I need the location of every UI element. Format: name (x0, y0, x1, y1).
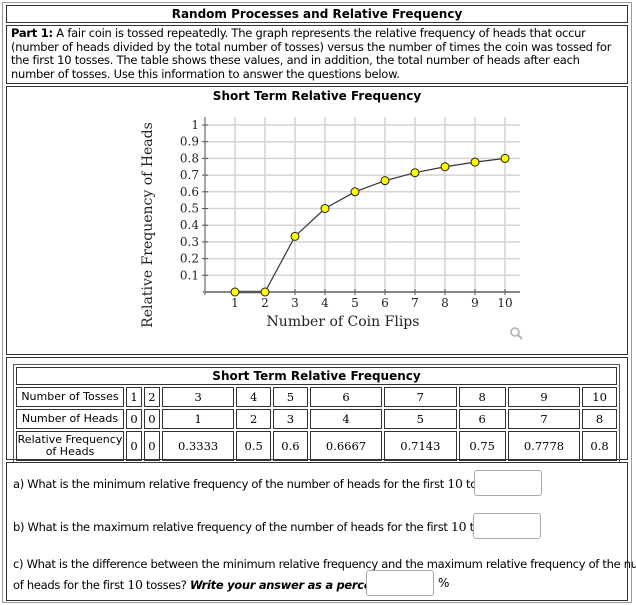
y-tick-label: 0.3 (180, 235, 199, 249)
table-cell: 0.7143 (384, 431, 457, 461)
row-label: Number of Tosses (16, 387, 124, 407)
table-cell: 5 (273, 387, 308, 407)
row-label: Number of Heads (16, 409, 124, 429)
table-title: Short Term Relative Frequency (16, 367, 617, 385)
x-tick-label: 1 (231, 296, 239, 310)
frequency-table: Short Term Relative Frequency Number of … (13, 364, 620, 464)
x-tick-label: 3 (291, 296, 299, 310)
intro-body: A fair coin is tossed repeatedly. The gr… (11, 26, 612, 81)
x-tick-label: 2 (261, 296, 269, 310)
table-section: Short Term Relative Frequency Number of … (6, 357, 628, 464)
magnifier-icon[interactable] (510, 327, 523, 340)
data-point (350, 187, 360, 197)
chart-axes (202, 117, 520, 295)
table-cell: 7 (384, 387, 457, 407)
data-point (380, 176, 390, 186)
x-tick-label: 10 (497, 296, 512, 310)
y-axis-label: Relative Frequency of Heads (140, 122, 156, 328)
y-tick-label: 0.8 (180, 151, 199, 165)
table-cell: 4 (236, 387, 272, 407)
percent-instruction: Write your answer as a percent. (189, 578, 389, 592)
table-cell: 0.5 (236, 431, 272, 461)
table-cell: 0.75 (458, 431, 506, 461)
data-point (470, 157, 480, 167)
data-point (410, 168, 420, 178)
page-title: Random Processes and Relative Frequency (6, 5, 628, 23)
table-cell: 4 (309, 409, 383, 429)
table-cell: 3 (161, 387, 235, 407)
data-point (440, 162, 450, 172)
question-c-line1: c) What is the difference between the mi… (13, 557, 636, 571)
table-cell: 8 (458, 387, 506, 407)
y-tick-label: 0.2 (180, 252, 199, 266)
table-cell: 0.7778 (507, 431, 581, 461)
table-cell: 2 (143, 387, 160, 407)
y-tick-labels: 0.1 0.2 0.3 0.4 0.5 0.6 0.7 0.8 0.9 1 (180, 118, 199, 282)
y-tick-label: 0.1 (180, 268, 199, 282)
table-cell: 0.6667 (309, 431, 383, 461)
chart: 0.1 0.2 0.3 0.4 0.5 0.6 0.7 0.8 0.9 1 1 2 3 4 5 6 7 8 9 10… (140, 117, 523, 340)
x-tick-label: 9 (471, 296, 479, 310)
x-tick-label: 4 (321, 296, 329, 310)
question-a: a) What is the minimum relative frequenc… (13, 476, 507, 491)
table-cell: 0 (126, 431, 142, 461)
table-cell: 5 (384, 409, 457, 429)
chart-section: Short Term Relative Frequency 0.1 0.2 0.3 0… (6, 86, 628, 355)
data-point (290, 231, 300, 241)
table-cell: 9 (507, 387, 581, 407)
y-tick-label: 0.9 (180, 135, 199, 149)
table-cell: 1 (126, 387, 142, 407)
table-row: Number of Tosses 1 2 3 4 5 6 7 8 9 10 (16, 387, 617, 407)
answer-a-input[interactable] (474, 470, 542, 496)
x-tick-label: 7 (411, 296, 419, 310)
data-point (260, 287, 270, 297)
data-point (230, 287, 240, 297)
y-tick-label: 1 (191, 118, 199, 132)
table-cell: 2 (236, 409, 272, 429)
table-row: Relative Frequency of Heads 0 0 0.3333 0.5 0.… (16, 431, 617, 461)
y-tick-label: 0.4 (180, 218, 199, 232)
table-cell: 0 (143, 431, 160, 461)
y-tick-label: 0.6 (180, 185, 199, 199)
part-label: Part 1: (11, 26, 53, 40)
x-axis-label: Number of Coin Flips (267, 314, 420, 330)
table-cell: 0.8 (582, 431, 617, 461)
table-cell: 6 (309, 387, 383, 407)
table-cell: 6 (458, 409, 506, 429)
table-cell: 8 (582, 409, 617, 429)
y-tick-label: 0.5 (180, 202, 199, 216)
table-cell: 0.3333 (161, 431, 235, 461)
row-label: Relative Frequency of Heads (16, 431, 124, 461)
x-tick-label: 5 (351, 296, 359, 310)
intro-text: Part 1: A fair coin is tossed repeatedly… (6, 25, 628, 84)
percent-unit: % (438, 576, 450, 590)
x-tick-label: 8 (441, 296, 449, 310)
data-point (320, 204, 330, 213)
data-point (500, 153, 510, 163)
table-cell: 0 (143, 409, 160, 429)
questions-section: a) What is the minimum relative frequenc… (6, 462, 636, 601)
table-cell: 1 (161, 409, 235, 429)
table-cell: 10 (582, 387, 617, 407)
answer-c-input[interactable] (366, 570, 434, 596)
x-tick-label: 6 (381, 296, 389, 310)
table-cell: 0.6 (273, 431, 308, 461)
question-b: b) What is the maximum relative frequenc… (13, 519, 511, 534)
answer-b-input[interactable] (473, 513, 541, 539)
table-cell: 7 (507, 409, 581, 429)
table-cell: 3 (273, 409, 308, 429)
y-tick-label: 0.7 (180, 168, 199, 182)
table-cell: 0 (126, 409, 142, 429)
question-c-line2: of heads for the first 10 tosses? Write … (13, 577, 389, 592)
table-row: Number of Heads 0 0 1 2 3 4 5 6 7 8 (16, 409, 617, 429)
x-tick-labels: 1 2 3 4 5 6 7 8 9 10 (231, 296, 512, 310)
chart-grid (205, 117, 520, 292)
